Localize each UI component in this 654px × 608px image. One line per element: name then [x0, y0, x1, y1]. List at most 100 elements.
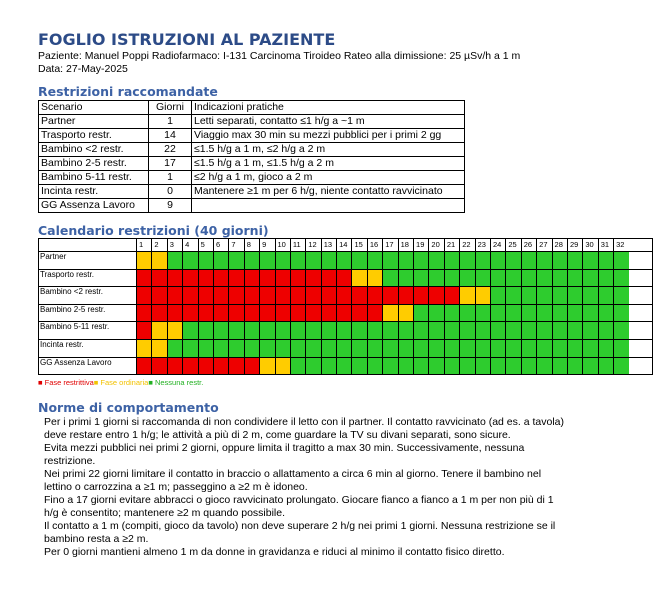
day-cell-none [382, 322, 398, 339]
day-cell-none [413, 304, 429, 322]
day-cell-none [382, 357, 398, 375]
day-cell-none [566, 269, 583, 287]
calendar-body: Partner Trasporto restr. Bambino <2 restr.… [38, 251, 653, 376]
day-number: 3 [166, 239, 182, 251]
day-cell-restrictive [289, 269, 306, 287]
day-cell-restrictive [166, 269, 183, 287]
day-cell-restrictive [305, 269, 321, 287]
day-cell-none [366, 357, 383, 375]
day-cell-restrictive [136, 357, 152, 375]
day-cell-none [413, 269, 429, 287]
day-cell-none [289, 357, 306, 375]
day-cell-none [459, 322, 475, 339]
calendar-row: Incinta restr. [38, 338, 653, 357]
day-cell-restrictive [397, 287, 414, 304]
day-cell-restrictive [228, 357, 244, 375]
day-cell-none [351, 339, 367, 357]
day-number: 19 [413, 239, 428, 251]
day-cell-none [382, 339, 398, 357]
day-number: 1 [136, 239, 151, 251]
day-cell-none [336, 357, 352, 375]
scenario-cell: Incinta restr. [38, 184, 149, 199]
day-cell-restrictive [274, 287, 290, 304]
legend-none: ■ Nessuna restr. [148, 378, 204, 388]
day-cell-none [305, 252, 321, 269]
calendar-heading: Calendario restrizioni (40 giorni) [38, 223, 269, 238]
day-cell-restrictive [151, 269, 167, 287]
day-cell-restrictive [443, 287, 460, 304]
rule-paragraph: Per 0 giorni mantieni almeno 1 m da donn… [44, 546, 505, 559]
day-number: 18 [397, 239, 413, 251]
day-cell-none [597, 269, 614, 287]
scenario-cell: Bambino 5-11 restr. [38, 170, 149, 185]
day-cell-restrictive [336, 269, 352, 287]
day-cell-none [536, 287, 552, 304]
day-cell-none [551, 357, 567, 375]
day-cell-none [228, 322, 244, 339]
day-cell-none [582, 357, 598, 375]
patient-info: Paziente: Manuel Poppi Radiofarmaco: I-1… [38, 50, 521, 62]
day-cell-none [443, 322, 460, 339]
day-cell-none [305, 339, 321, 357]
day-cell-none [397, 322, 414, 339]
rule-paragraph: Il contatto a 1 m (compiti, gioco da tav… [44, 520, 556, 546]
day-cell-none [212, 339, 229, 357]
day-cell-none [566, 322, 583, 339]
day-cell-none [520, 322, 537, 339]
calendar-row: Trasporto restr. [38, 268, 653, 287]
day-cell-none [212, 252, 229, 269]
table-row: GG Assenza Lavoro 9 [38, 198, 465, 213]
day-cell-none [428, 322, 444, 339]
restrictions-heading: Restrizioni raccomandate [38, 84, 218, 99]
day-cell-none [289, 322, 306, 339]
notes-cell: Mantenere ≥1 m per 6 h/g, niente contatt… [191, 184, 465, 199]
day-cell-none [382, 252, 398, 269]
day-number: 16 [366, 239, 382, 251]
day-cell-none [613, 357, 629, 375]
calendar-row-label: GG Assenza Lavoro [39, 357, 136, 375]
day-cell-restrictive [259, 304, 275, 322]
notes-cell [191, 198, 465, 213]
day-cell-none [320, 252, 337, 269]
day-cell-none [459, 304, 475, 322]
day-cell-none [243, 252, 260, 269]
calendar-row-label: Bambino 5-11 restr. [39, 322, 136, 339]
day-cell-none [566, 357, 583, 375]
day-cell-none [305, 322, 321, 339]
day-cell-none [520, 304, 537, 322]
day-cell-restrictive [320, 287, 337, 304]
day-cell-restrictive [351, 304, 367, 322]
notes-cell: ≤1.5 h/g a 1 m, ≤1.5 h/g a 2 m [191, 156, 465, 171]
day-number: 7 [228, 239, 243, 251]
day-cell-ordinary [366, 269, 383, 287]
day-cell-none [382, 269, 398, 287]
day-cell-none [443, 339, 460, 357]
day-cell-none [536, 269, 552, 287]
day-cell-restrictive [428, 287, 444, 304]
day-cell-restrictive [336, 304, 352, 322]
restrictions-table: Scenario Giorni Indicazioni pratiche Par… [38, 100, 465, 213]
day-number: 11 [289, 239, 305, 251]
instruction-sheet: FOGLIO ISTRUZIONI AL PAZIENTE Paziente: … [38, 30, 654, 559]
day-cell-none [289, 339, 306, 357]
day-cell-none [289, 252, 306, 269]
day-cell-none [566, 287, 583, 304]
day-cell-none [474, 339, 490, 357]
day-cell-none [551, 252, 567, 269]
day-cell-none [505, 322, 521, 339]
day-cell-none [613, 322, 629, 339]
day-cell-none [582, 322, 598, 339]
day-cell-ordinary [459, 287, 475, 304]
day-cell-restrictive [228, 304, 244, 322]
table-row: Partner 1 Letti separati, contatto ≤1 h/… [38, 114, 465, 129]
day-cell-none [474, 357, 490, 375]
day-cell-restrictive [197, 269, 213, 287]
day-cell-restrictive [228, 269, 244, 287]
table-row: Bambino 5-11 restr. 1 ≤2 h/g a 1 m, gioc… [38, 170, 465, 185]
day-cell-none [413, 322, 429, 339]
day-cell-none [566, 339, 583, 357]
day-cell-none [366, 339, 383, 357]
day-cell-none [228, 252, 244, 269]
day-cell-none [166, 339, 183, 357]
day-cell-ordinary [259, 357, 275, 375]
